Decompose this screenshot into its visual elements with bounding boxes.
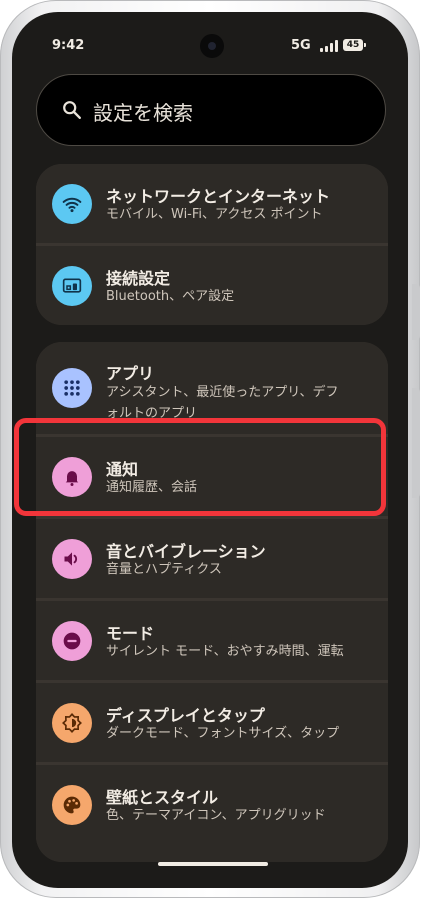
setting-subtitle: サイレント モード、おやすみ時間、運転 <box>106 644 344 659</box>
setting-title: 壁紙とスタイル <box>106 788 219 807</box>
palette-icon <box>52 785 92 825</box>
network-type: 5G <box>291 38 311 53</box>
setting-subtitle: モバイル、Wi-Fi、アクセス ポイント <box>106 207 323 222</box>
search-icon <box>63 101 81 119</box>
setting-title: 音とバイブレーション <box>106 542 266 561</box>
highlight-box <box>14 418 386 516</box>
home-gesture-bar[interactable] <box>158 862 268 866</box>
status-bar: 9:42 5G 45 <box>12 12 408 76</box>
apps-grid-icon <box>52 368 92 408</box>
setting-subtitle: ダークモード、フォントサイズ、タップ <box>106 726 340 741</box>
setting-subtitle: 音量とハプティクス <box>106 562 222 577</box>
setting-title: モード <box>106 624 155 643</box>
search-bar[interactable]: 設定を検索 <box>36 74 386 146</box>
setting-sound[interactable]: 音とバイブレーション 音量とハプティクス <box>36 519 388 598</box>
setting-subtitle: 色、テーマアイコン、アプリグリッド <box>106 808 326 823</box>
volume-icon <box>52 539 92 579</box>
setting-title: アプリ <box>106 364 155 383</box>
front-camera <box>200 34 224 58</box>
setting-display[interactable]: ディスプレイとタップ ダークモード、フォントサイズ、タップ <box>36 683 388 762</box>
signal-icon <box>320 40 340 52</box>
devices-icon <box>52 266 92 306</box>
setting-subtitle-line1: アシスタント、最近使ったアプリ、デフ <box>106 385 339 400</box>
setting-wallpaper[interactable]: 壁紙とスタイル 色、テーマアイコン、アプリグリッド <box>36 765 388 862</box>
settings-group-connectivity: ネットワークとインターネット モバイル、Wi-Fi、アクセス ポイント 接続設定… <box>36 164 388 325</box>
wifi-icon <box>52 184 92 224</box>
setting-title: ネットワークとインターネット <box>106 187 331 206</box>
battery-icon: 45 <box>343 39 366 51</box>
setting-modes[interactable]: モード サイレント モード、おやすみ時間、運転 <box>36 601 388 680</box>
setting-title: ディスプレイとタップ <box>106 706 265 725</box>
volume-button <box>412 388 420 498</box>
status-time: 9:42 <box>52 38 85 53</box>
setting-connected-devices[interactable]: 接続設定 Bluetooth、ペア設定 <box>36 246 388 325</box>
do-not-disturb-icon <box>52 621 92 661</box>
brightness-icon <box>52 703 92 743</box>
setting-subtitle: Bluetooth、ペア設定 <box>106 289 235 304</box>
setting-title: 接続設定 <box>106 269 171 288</box>
setting-network[interactable]: ネットワークとインターネット モバイル、Wi-Fi、アクセス ポイント <box>36 164 388 243</box>
power-button <box>412 284 420 340</box>
search-placeholder: 設定を検索 <box>93 101 193 125</box>
